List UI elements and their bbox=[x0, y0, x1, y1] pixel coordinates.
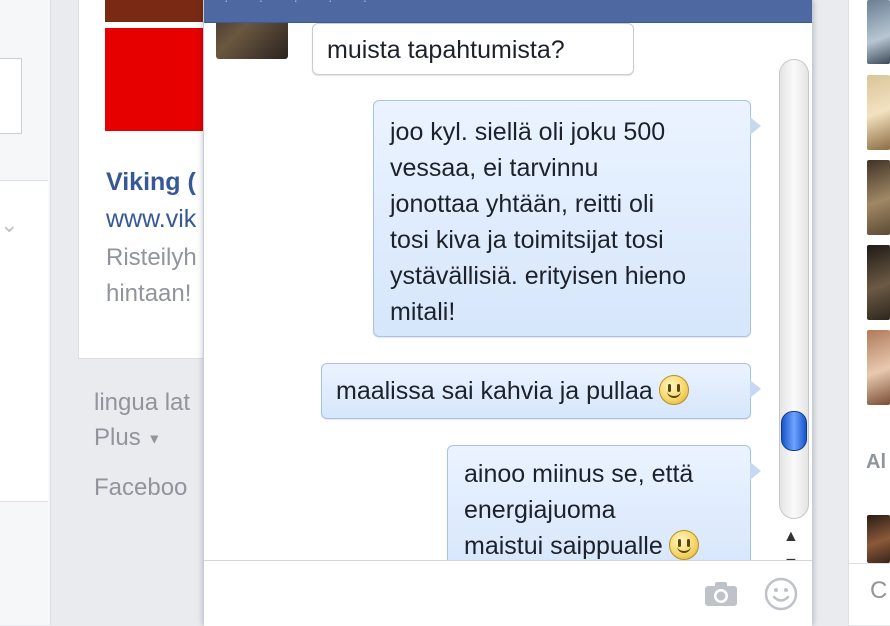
contact-avatar[interactable] bbox=[867, 0, 890, 64]
message-composer bbox=[204, 560, 812, 626]
scrollbar[interactable]: ▲ ▼ bbox=[779, 59, 809, 560]
contact-avatar[interactable] bbox=[867, 160, 890, 235]
camera-icon[interactable] bbox=[704, 581, 738, 607]
ad-title-link[interactable]: Viking ( bbox=[106, 168, 196, 197]
chat-window: ····· muista tapahtumista? joo kyl. siel… bbox=[203, 0, 813, 626]
right-rail-section-label: Al bbox=[866, 451, 886, 473]
left-input-box[interactable] bbox=[0, 58, 22, 134]
contact-avatar[interactable] bbox=[867, 245, 890, 320]
message-text: ainoo miinus se, että energiajuoma maist… bbox=[464, 460, 694, 560]
chat-header[interactable]: ····· bbox=[204, 0, 812, 23]
left-column: ⌄ bbox=[0, 0, 51, 625]
message-bubble-outgoing: ainoo miinus se, että energiajuoma maist… bbox=[447, 445, 761, 560]
footer-plus-label: Plus bbox=[94, 424, 141, 451]
message-text: joo kyl. siellä oli joku 500 vessaa, ei … bbox=[390, 118, 686, 326]
ad-description: Risteilyh hintaan! bbox=[106, 240, 197, 312]
ad-url-link[interactable]: www.vik bbox=[106, 205, 196, 234]
ad-description-text: Risteilyh hintaan! bbox=[106, 244, 197, 307]
message-input[interactable] bbox=[214, 569, 688, 615]
chat-header-title: ····· bbox=[224, 0, 398, 8]
message-bubble-incoming: muista tapahtumista? bbox=[312, 23, 634, 75]
scrollbar-thumb[interactable] bbox=[781, 411, 807, 451]
footer-language-link[interactable]: lingua lat bbox=[94, 389, 190, 417]
emoji-icon[interactable] bbox=[764, 577, 798, 611]
contact-avatar[interactable] bbox=[867, 515, 890, 563]
ad-photo[interactable] bbox=[105, 0, 205, 22]
scroll-up-arrow-icon[interactable]: ▲ bbox=[783, 529, 799, 545]
contact-avatar[interactable] bbox=[867, 330, 890, 405]
message-bubble-outgoing: maalissa sai kahvia ja pullaa bbox=[321, 363, 761, 419]
divider bbox=[848, 563, 890, 564]
message-bubble-outgoing: joo kyl. siellä oli joku 500 vessaa, ei … bbox=[373, 100, 761, 337]
footer-plus-menu[interactable]: Plus ▼ bbox=[94, 424, 161, 452]
chevron-down-icon[interactable]: ⌄ bbox=[0, 212, 18, 238]
message-text: muista tapahtumista? bbox=[327, 36, 565, 64]
smiley-emoji-icon bbox=[668, 530, 699, 560]
contact-avatar[interactable] bbox=[867, 75, 890, 150]
footer-facebook-link[interactable]: Faceboo bbox=[94, 474, 187, 502]
message-text: maalissa sai kahvia ja pullaa bbox=[336, 377, 653, 405]
avatar[interactable] bbox=[216, 23, 288, 59]
smiley-emoji-icon bbox=[658, 375, 689, 405]
caret-down-icon: ▼ bbox=[147, 430, 162, 447]
ad-image[interactable] bbox=[105, 28, 205, 131]
search-icon[interactable]: C bbox=[870, 577, 890, 607]
message-list[interactable]: muista tapahtumista? joo kyl. siellä oli… bbox=[204, 23, 812, 560]
